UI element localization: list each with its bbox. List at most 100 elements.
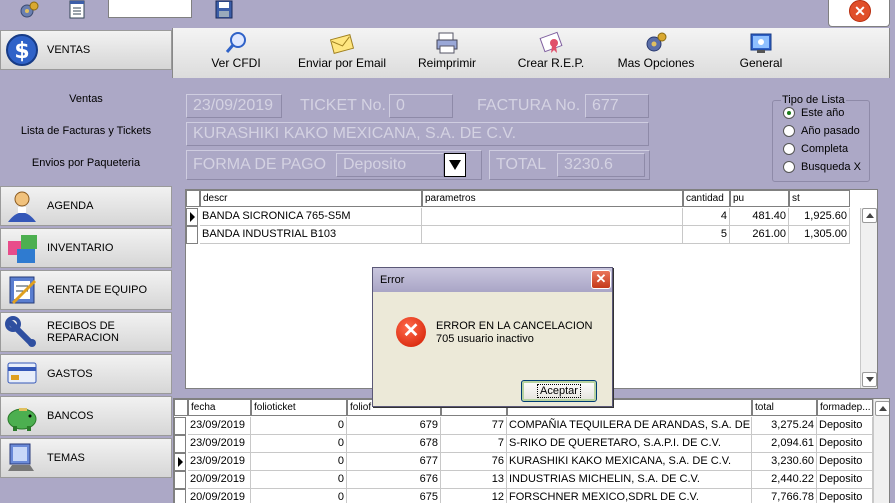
- row-selector[interactable]: [174, 417, 186, 435]
- table-cell[interactable]: 675: [347, 489, 441, 503]
- table-cell[interactable]: 679: [347, 417, 441, 435]
- notepad-icon[interactable]: [66, 0, 88, 20]
- table-cell[interactable]: S-RIKO DE QUERETARO, S.A.P.I. DE C.V.: [507, 435, 752, 453]
- radio-ano-pasado[interactable]: Año pasado: [783, 125, 860, 137]
- table-cell[interactable]: 4: [683, 208, 730, 226]
- table-cell[interactable]: 3,230.60: [752, 453, 817, 471]
- row-selector[interactable]: [186, 226, 198, 244]
- chevron-down-icon[interactable]: [444, 153, 466, 177]
- table-cell[interactable]: 7,766.78: [752, 489, 817, 503]
- table-cell[interactable]: 0: [251, 471, 347, 489]
- reimprimir-button[interactable]: Reimprimir: [399, 28, 495, 78]
- radio-busqueda-x[interactable]: Busqueda X: [783, 161, 861, 173]
- col-header-st[interactable]: st: [789, 190, 850, 207]
- table-cell[interactable]: Deposito: [817, 471, 873, 489]
- table-cell[interactable]: 13: [441, 471, 507, 489]
- table-cell[interactable]: BANDA SICRONICA 765-S5M: [200, 208, 422, 226]
- ver-cfdi-button[interactable]: Ver CFDI: [181, 28, 291, 78]
- table-cell[interactable]: 23/09/2019: [188, 435, 251, 453]
- table-cell[interactable]: 676: [347, 471, 441, 489]
- sidebar-item-inventario[interactable]: INVENTARIO: [0, 228, 172, 268]
- crear-rep-button[interactable]: Crear R.E.P.: [495, 28, 607, 78]
- col-header-folioticket[interactable]: folioticket: [251, 399, 347, 416]
- col-header-pu[interactable]: pu: [730, 190, 789, 207]
- ticket-field[interactable]: 0: [389, 94, 453, 118]
- sidebar-item-ventas[interactable]: $ VENTAS: [0, 30, 172, 70]
- close-window-button[interactable]: ✕: [828, 0, 890, 27]
- table-cell[interactable]: INDUSTRIAS MICHELIN, S.A. DE C.V.: [507, 471, 752, 489]
- sidebar-item-agenda[interactable]: AGENDA: [0, 186, 172, 226]
- table-cell[interactable]: [422, 226, 683, 244]
- col-header-descr[interactable]: descr: [200, 190, 422, 207]
- table-cell[interactable]: 77: [441, 417, 507, 435]
- save-icon[interactable]: [213, 0, 235, 20]
- general-button[interactable]: General: [713, 28, 809, 78]
- enviar-email-button[interactable]: Enviar por Email: [285, 28, 399, 78]
- row-selector[interactable]: [174, 435, 186, 453]
- col-header-parametros[interactable]: parametros: [422, 190, 683, 207]
- table-cell[interactable]: COMPAÑIA TEQUILERA DE ARANDAS, S.A. DE: [507, 417, 752, 435]
- table-cell[interactable]: BANDA INDUSTRIAL B103: [200, 226, 422, 244]
- table-cell[interactable]: [422, 208, 683, 226]
- table-cell[interactable]: 2,094.61: [752, 435, 817, 453]
- table-cell[interactable]: 678: [347, 435, 441, 453]
- table-cell[interactable]: Deposito: [817, 453, 873, 471]
- sidebar-item-renta-equipo[interactable]: RENTA DE EQUIPO: [0, 270, 172, 310]
- radio-completa[interactable]: Completa: [783, 143, 848, 155]
- sidebar-item-temas[interactable]: TEMAS: [0, 438, 172, 478]
- dialog-titlebar[interactable]: Error ✕: [373, 268, 612, 292]
- sidebar-item-bancos[interactable]: BANCOS: [0, 396, 172, 436]
- table-cell[interactable]: 0: [251, 489, 347, 503]
- table-cell[interactable]: 1,305.00: [789, 226, 850, 244]
- table-cell[interactable]: 3,275.24: [752, 417, 817, 435]
- table-cell[interactable]: Deposito: [817, 435, 873, 453]
- date-field[interactable]: 23/09/2019: [186, 94, 282, 118]
- table-cell[interactable]: KURASHIKI KAKO MEXICANA, S.A. DE C.V.: [507, 453, 752, 471]
- table-cell[interactable]: 481.40: [730, 208, 789, 226]
- sidebar-item-gastos[interactable]: GASTOS: [0, 354, 172, 394]
- col-header-cantidad[interactable]: cantidad: [683, 190, 730, 207]
- col-header-fecha[interactable]: fecha: [188, 399, 251, 416]
- dialog-close-button[interactable]: ✕: [591, 270, 611, 289]
- table-cell[interactable]: 0: [251, 435, 347, 453]
- table-cell[interactable]: 20/09/2019: [188, 489, 251, 503]
- scroll-up-icon[interactable]: [875, 401, 889, 416]
- table-cell[interactable]: 12: [441, 489, 507, 503]
- table-cell[interactable]: Deposito: [817, 489, 873, 503]
- table-cell[interactable]: 261.00: [730, 226, 789, 244]
- table-cell[interactable]: 0: [251, 417, 347, 435]
- forma-pago-select[interactable]: Deposito: [336, 153, 444, 177]
- table-cell[interactable]: 677: [347, 453, 441, 471]
- table-cell[interactable]: 76: [441, 453, 507, 471]
- scroll-up-icon[interactable]: [862, 208, 877, 223]
- detail-scrollbar[interactable]: [860, 208, 877, 388]
- total-field[interactable]: 3230.6: [557, 153, 645, 177]
- table-cell[interactable]: 23/09/2019: [188, 453, 251, 471]
- table-cell[interactable]: FORSCHNER MEXICO,SDRL DE C.V.: [507, 489, 752, 503]
- table-cell[interactable]: 5: [683, 226, 730, 244]
- table-cell[interactable]: 1,925.60: [789, 208, 850, 226]
- table-cell[interactable]: 7: [441, 435, 507, 453]
- factura-field[interactable]: 677: [585, 94, 649, 118]
- col-header-formadep[interactable]: formadep...: [817, 399, 873, 416]
- table-cell[interactable]: 0: [251, 453, 347, 471]
- submenu-item-ventas[interactable]: Ventas: [0, 93, 172, 105]
- row-selector[interactable]: [186, 208, 198, 226]
- list-scrollbar[interactable]: [873, 399, 889, 503]
- client-field[interactable]: KURASHIKI KAKO MEXICANA, S.A. DE C.V.: [186, 122, 649, 146]
- mas-opciones-button[interactable]: Mas Opciones: [603, 28, 709, 78]
- table-cell[interactable]: 20/09/2019: [188, 471, 251, 489]
- gears-icon[interactable]: [18, 0, 40, 20]
- radio-este-ano[interactable]: Este año: [783, 107, 844, 119]
- submenu-item-envios[interactable]: Envios por Paqueteria: [0, 157, 172, 169]
- row-selector[interactable]: [174, 453, 186, 471]
- col-header-total[interactable]: total: [752, 399, 817, 416]
- scroll-down-icon[interactable]: [862, 372, 877, 387]
- row-selector[interactable]: [174, 471, 186, 489]
- row-selector[interactable]: [174, 489, 186, 503]
- sidebar-item-recibos-reparacion[interactable]: RECIBOS DE REPARACION: [0, 312, 172, 352]
- quick-search-input[interactable]: [108, 0, 192, 18]
- submenu-item-lista-facturas[interactable]: Lista de Facturas y Tickets: [0, 125, 172, 137]
- table-cell[interactable]: 2,440.22: [752, 471, 817, 489]
- table-cell[interactable]: 23/09/2019: [188, 417, 251, 435]
